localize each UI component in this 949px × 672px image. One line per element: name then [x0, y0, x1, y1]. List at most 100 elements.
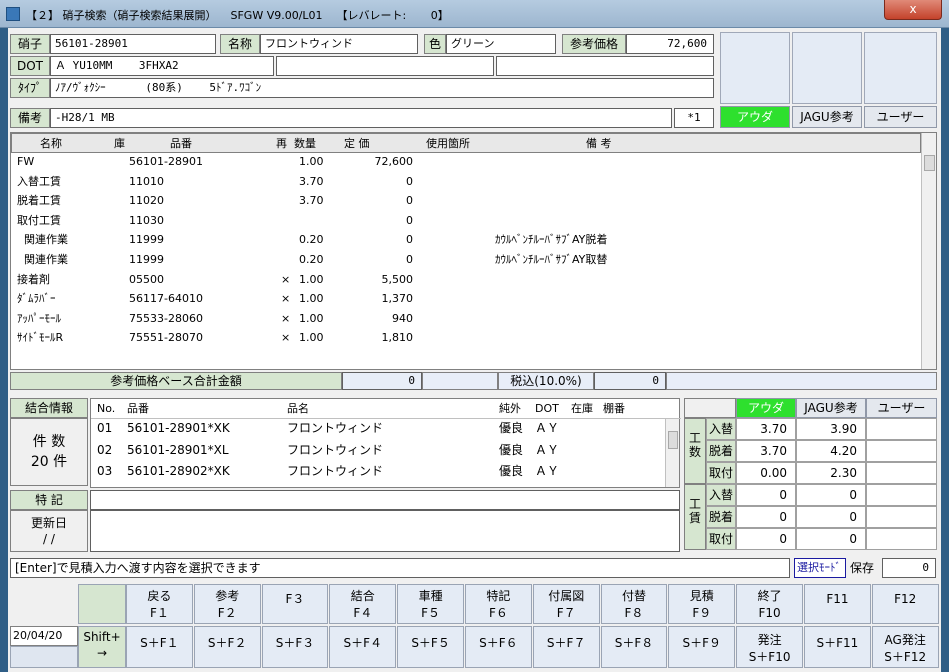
- shift-fkey-8[interactable]: S＋F８: [600, 626, 668, 668]
- parts-row[interactable]: 入替工賃 11010 3.70 0: [11, 173, 916, 191]
- binding-row[interactable]: 03 56101-28902*XK フロントウィンド 優良 ＡＹ: [91, 462, 665, 480]
- parts-row[interactable]: 取付工賃 11030 0: [11, 212, 916, 230]
- parts-row[interactable]: 接着剤 05500 × 1.00 5,500: [11, 271, 916, 289]
- select-mode-indicator[interactable]: 選択ﾓｰﾄﾞ: [794, 558, 846, 578]
- parts-row[interactable]: 関連作業 11999 0.20 0 ｶｳﾙﾍﾞﾝﾁﾙｰﾊﾞｻﾌﾞAY脱着: [11, 231, 916, 249]
- labor-cell-j[interactable]: 0: [796, 528, 866, 550]
- parts-cell-price: 0: [406, 213, 413, 227]
- special-label: 特 記: [10, 490, 88, 510]
- fkey-label: 付属図: [548, 589, 585, 603]
- type-field[interactable]: ﾉｱ/ｳﾞｫｸｼｰ (80系) 5ﾄﾞｱ.ﾜｺﾞﾝ: [50, 78, 714, 98]
- parts-row[interactable]: ｱｯﾊﾟｰﾓｰﾙ 75533-28060 × 1.00 940: [11, 310, 916, 328]
- fkey-4[interactable]: 結合 F４: [329, 584, 397, 624]
- star-marker: *1: [674, 108, 714, 128]
- shift-fkey-1[interactable]: S＋F１: [126, 626, 193, 668]
- fkey-code: F１: [149, 606, 169, 620]
- note-field[interactable]: -H28/1 MB: [50, 108, 672, 128]
- binding-grid[interactable]: No. 品番 品名 純外 DOT 在庫 棚番 01 56101-28901*XK フ…: [90, 398, 681, 488]
- labor-cell-a[interactable]: 0.00: [736, 462, 796, 484]
- labor-col-user[interactable]: ユーザー: [866, 398, 937, 418]
- tax-label: 税込(10.0%): [498, 372, 594, 390]
- shift-fkey-12[interactable]: AG発注 S＋F12: [871, 626, 939, 668]
- parts-cell-no: 11999: [129, 253, 164, 266]
- labor-cell-u[interactable]: [866, 528, 937, 550]
- save-value[interactable]: 0: [882, 558, 936, 578]
- parts-scroll-thumb[interactable]: [924, 155, 935, 171]
- color-field[interactable]: グリーン: [446, 34, 556, 54]
- labor-cell-a[interactable]: 0: [736, 506, 796, 528]
- glass-no-field[interactable]: 56101-28901: [50, 34, 216, 54]
- parts-scrollbar[interactable]: [921, 133, 936, 369]
- fkey-1[interactable]: 戻る F１: [126, 584, 193, 624]
- tax-value: 0: [594, 372, 666, 390]
- shift-fkey-5[interactable]: S＋F５: [397, 626, 464, 668]
- updated-field[interactable]: [90, 510, 680, 552]
- shift-fkey-10[interactable]: 発注 S＋F10: [736, 626, 803, 668]
- shift-fkey-9[interactable]: S＋F９: [668, 626, 736, 668]
- parts-cell-no: 56117-64010: [129, 292, 203, 306]
- ref-price-field[interactable]: 72,600: [626, 34, 714, 54]
- fkey-code: F３: [285, 592, 305, 606]
- fkey-6[interactable]: 特記 F６: [465, 584, 532, 624]
- image-tile-user[interactable]: [864, 32, 937, 104]
- labor-col-jagu[interactable]: JAGU参考: [796, 398, 866, 418]
- parts-row[interactable]: 関連作業 11999 0.20 0 ｶｳﾙﾍﾞﾝﾁﾙｰﾊﾞｻﾌﾞAY取替: [11, 251, 916, 269]
- parts-grid[interactable]: 名称 庫 品番 再 数量 定 価 使用箇所 備 考 FW 56101-28901 1…: [10, 132, 937, 370]
- fkey-10[interactable]: 終了 F10: [736, 584, 803, 624]
- parts-cell-price: 0: [406, 253, 413, 266]
- col-use: 使用箇所: [426, 137, 470, 150]
- close-button[interactable]: x: [884, 0, 942, 20]
- dot-extra-field-1[interactable]: [276, 56, 494, 76]
- dot-extra-field-2[interactable]: [496, 56, 714, 76]
- fkey-8[interactable]: 付替 F８: [600, 584, 668, 624]
- fkey-5[interactable]: 車種 F５: [397, 584, 464, 624]
- app-icon: [6, 7, 20, 21]
- labor-cell-u[interactable]: [866, 440, 937, 462]
- shift-fkey-2[interactable]: S＋F２: [193, 626, 261, 668]
- shift-fkey-4[interactable]: S＋F４: [329, 626, 397, 668]
- labor-cell-a[interactable]: 0: [736, 528, 796, 550]
- labor-col-outa[interactable]: アウダ: [736, 398, 796, 418]
- shift-fkey-11[interactable]: S＋F11: [804, 626, 871, 668]
- fkey-7[interactable]: 付属図 F７: [532, 584, 600, 624]
- fkey-12[interactable]: F12: [871, 584, 939, 624]
- labor-cell-a[interactable]: 3.70: [736, 440, 796, 462]
- labor-cell-a[interactable]: 3.70: [736, 418, 796, 440]
- binding-row[interactable]: 01 56101-28901*XK フロントウィンド 優良 ＡＹ: [91, 419, 665, 437]
- bcol-stock: 在庫: [571, 402, 593, 415]
- labor-cell-j[interactable]: 2.30: [796, 462, 866, 484]
- image-tile-outa[interactable]: [720, 32, 790, 104]
- parts-row[interactable]: FW 56101-28901 1.00 72,600: [11, 153, 916, 171]
- fkey-9[interactable]: 見積 F９: [668, 584, 736, 624]
- fkey-11[interactable]: F11: [804, 584, 871, 624]
- labor-cell-j[interactable]: 0: [796, 484, 866, 506]
- labor-cell-j[interactable]: 0: [796, 506, 866, 528]
- labor-cell-u[interactable]: [866, 418, 937, 440]
- parts-row[interactable]: ﾀﾞﾑﾗﾊﾞｰ 56117-64010 × 1.00 1,370: [11, 290, 916, 308]
- shift-fkey-7[interactable]: S＋F７: [532, 626, 600, 668]
- fkey-2[interactable]: 参考 F２: [193, 584, 261, 624]
- labor-cell-u[interactable]: [866, 484, 937, 506]
- outa-button[interactable]: アウダ: [720, 106, 790, 128]
- shift-fkey-6[interactable]: S＋F６: [465, 626, 532, 668]
- binding-row[interactable]: 02 56101-28901*XL フロントウィンド 優良 ＡＹ: [91, 441, 665, 459]
- labor-cell-u[interactable]: [866, 462, 937, 484]
- image-tile-jagu[interactable]: [792, 32, 862, 104]
- labor-cell-a[interactable]: 0: [736, 484, 796, 506]
- parts-row[interactable]: ｻｲﾄﾞﾓｰﾙR 75551-28070 × 1.00 1,810: [11, 329, 916, 347]
- binding-cell-part: 56101-28902*XK: [127, 464, 230, 478]
- special-field[interactable]: [90, 490, 680, 510]
- labor-cell-u[interactable]: [866, 506, 937, 528]
- fkey-3[interactable]: F３: [261, 584, 329, 624]
- binding-scroll-thumb[interactable]: [668, 431, 678, 449]
- labor-cell-j[interactable]: 3.90: [796, 418, 866, 440]
- name-field[interactable]: フロントウィンド: [260, 34, 418, 54]
- binding-scrollbar[interactable]: [665, 419, 679, 487]
- user-button[interactable]: ユーザー: [864, 106, 937, 128]
- parts-row[interactable]: 脱着工賃 11020 3.70 0: [11, 192, 916, 210]
- parts-cell-note: ｶｳﾙﾍﾞﾝﾁﾙｰﾊﾞｻﾌﾞAY脱着: [495, 233, 608, 247]
- dot-field[interactable]: Ａ YU10MM 3FHXA2: [50, 56, 274, 76]
- labor-cell-j[interactable]: 4.20: [796, 440, 866, 462]
- shift-fkey-3[interactable]: S＋F３: [261, 626, 329, 668]
- jagu-button[interactable]: JAGU参考: [792, 106, 862, 128]
